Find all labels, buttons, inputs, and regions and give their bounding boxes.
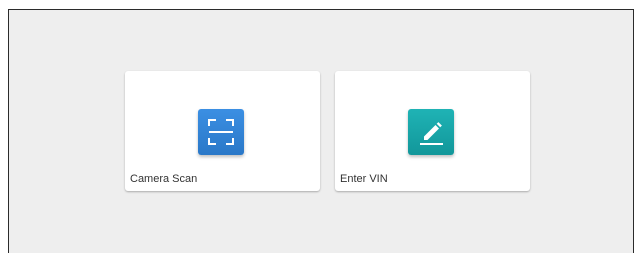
- vin-input-screen: Camera Scan Enter VIN: [8, 9, 634, 253]
- camera-scan-label: Camera Scan: [130, 173, 198, 185]
- enter-vin-label: Enter VIN: [340, 173, 388, 185]
- camera-scan-card[interactable]: Camera Scan: [125, 71, 320, 191]
- enter-vin-tile: [408, 109, 454, 155]
- camera-scan-tile: [198, 109, 244, 155]
- scan-frame-icon: [198, 109, 244, 155]
- enter-vin-card[interactable]: Enter VIN: [335, 71, 530, 191]
- pencil-edit-icon: [408, 109, 454, 155]
